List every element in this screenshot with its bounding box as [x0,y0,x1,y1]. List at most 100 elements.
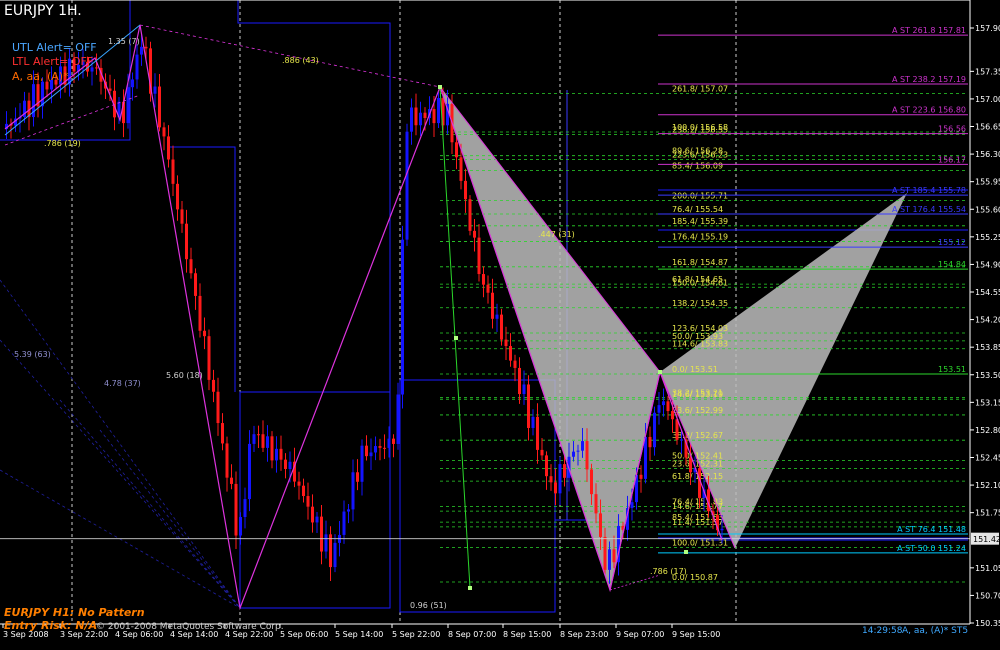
candle-body [302,485,305,497]
candle-body [383,447,386,449]
candle-body [311,506,314,523]
candle-body [495,314,499,319]
candle-body [378,446,382,448]
candle-body [252,434,256,444]
candle-body [603,536,607,570]
fib-level-label: 23.6/ 152.99 [672,406,723,415]
price-chart[interactable]: 261.8/ 157.07100.0/ 156.58238.2/ 156.558… [0,0,1000,650]
candle-body [401,239,404,395]
candle-body [644,436,647,479]
candle-body [405,131,409,240]
candle-body [221,423,224,444]
price-tick-label: 152.45 [975,454,1000,463]
candle-body [540,449,544,456]
pivot-marker [454,336,458,340]
time-tick-label: 5 Sep 14:00 [335,630,383,639]
pattern-ratio-label: .786 (19) [44,139,81,148]
candle-body [563,464,566,478]
candle-body [41,81,44,107]
candle-body [576,450,580,452]
candle-body [396,394,400,444]
candle-body [536,416,539,450]
st-level-label: A ST 176.4 155.54 [892,205,966,214]
st-level-label: 156.56 [938,125,966,134]
candle-body [599,513,602,537]
pattern-ratio-label: .447 (31) [538,230,575,239]
price-tick-label: 150.70 [975,591,1000,600]
st-level-label: A ST 238.2 157.19 [892,75,966,84]
candle-body [657,405,661,413]
candle-body [720,528,724,531]
candle-body [185,223,188,260]
fib-level-label: 223.6/ 156.23 [672,151,728,160]
candle-body [365,445,368,457]
candle-body [437,98,440,124]
candle-body [324,534,328,552]
pattern-ratio-label: .786 (17) [650,567,687,576]
ltl-alert-label: LTL Alert= OFF [12,55,93,68]
candle-body [410,107,413,132]
entry-risk-status: Entry Risk: N/A [4,619,97,632]
candle-body [455,142,458,158]
time-tick-label: 8 Sep 15:00 [503,630,551,639]
st-level-label: A ST 261.8 157.81 [892,26,966,35]
fib-level-label: 76.4/ 155.54 [672,205,723,214]
candle-body [126,87,130,124]
candle-body [239,516,242,536]
candle-body [432,109,436,124]
candle-body [374,446,377,453]
fib-level-label: 238.2/ 156.55 [672,125,728,134]
fib-level-label: 85.4/ 156.09 [672,162,723,171]
candle-body [648,436,652,448]
candle-body [347,509,350,512]
candle-body [306,496,310,507]
candle-body [140,46,143,55]
fib-level-label: 200.0/ 155.71 [672,192,728,201]
pattern-ratio-label: 0.96 (51) [410,601,447,610]
copyright-text: © 2001-2008 MetaQuotes Software Corp. [96,622,284,632]
candle-body [392,438,395,444]
candle-body [464,180,467,200]
candle-body [329,534,332,568]
fib-level-label: 176.4/ 155.19 [672,233,728,242]
candle-body [162,127,166,137]
clock-readout: 14:29:58 [862,626,903,636]
price-tick-label: 155.60 [975,205,1000,214]
candle-body [639,474,643,479]
candle-body [320,516,323,552]
price-tick-label: 150.35 [975,619,1000,628]
candle-body [180,209,184,224]
st-level-label: A ST 76.4 151.48 [897,525,966,534]
candle-body [333,542,337,568]
pattern-ratio-label: 5.39 (63) [14,350,51,359]
candle-body [270,436,274,461]
candle-body [248,443,251,500]
fib-level-label: 138.2/ 154.35 [672,299,728,308]
candle-body [590,469,593,495]
pattern-ratio-label: 4.78 (37) [104,379,141,388]
candle-body [671,411,674,420]
candle-body [203,330,206,337]
candle-body [351,472,355,510]
price-tick-label: 157.00 [975,95,1000,104]
price-tick-label: 151.75 [975,509,1000,518]
candle-body [504,339,508,347]
candle-body [473,230,476,238]
candle-body [207,336,211,380]
candle-body [284,459,287,469]
candle-body [486,284,490,293]
candle-body [572,451,575,457]
candle-body [689,457,692,473]
time-tick-label: 9 Sep 07:00 [616,630,664,639]
candle-body [545,455,548,477]
price-tick-label: 155.25 [975,233,1000,242]
candle-body [423,112,427,119]
time-tick-label: 9 Sep 15:00 [672,630,720,639]
fib-level-label: 185.4/ 155.39 [672,217,728,226]
time-tick-label: 8 Sep 07:00 [448,630,496,639]
candle-body [360,445,364,482]
candle-body [581,441,584,451]
candle-body [500,314,503,340]
fib-level-label: 161.8/ 154.87 [672,258,728,267]
candle-body [608,549,611,570]
